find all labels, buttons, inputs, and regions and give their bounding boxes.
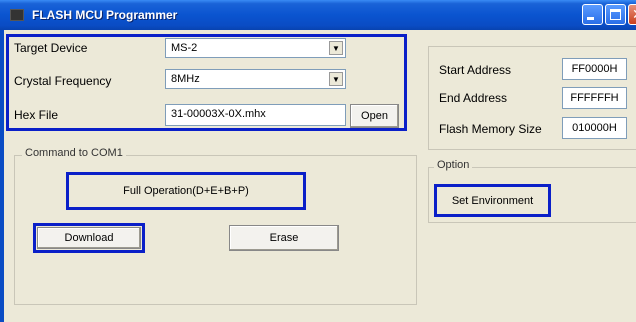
start-address-label: Start Address — [439, 63, 512, 77]
maximize-button[interactable] — [605, 4, 626, 25]
option-group-title: Option — [434, 159, 473, 171]
crystal-frequency-select[interactable]: 8MHz ▼ — [165, 69, 346, 89]
target-device-value: MS-2 — [171, 42, 198, 54]
end-address-field[interactable]: FFFFFFH — [562, 87, 627, 109]
hex-file-label: Hex File — [14, 108, 59, 122]
crystal-frequency-value: 8MHz — [171, 73, 200, 85]
download-button[interactable]: Download — [37, 227, 141, 249]
set-environment-button[interactable]: Set Environment — [438, 188, 547, 213]
hex-file-input[interactable]: 31-00003X-0X.mhx — [165, 104, 346, 126]
maximize-icon — [610, 9, 621, 20]
hex-file-value: 31-00003X-0X.mhx — [171, 108, 266, 120]
dropdown-arrow-icon[interactable]: ▼ — [329, 72, 343, 86]
end-address-label: End Address — [439, 91, 508, 105]
dropdown-arrow-icon[interactable]: ▼ — [329, 41, 343, 55]
command-group-title: Command to COM1 — [22, 147, 126, 159]
window-frame — [0, 30, 4, 322]
app-icon — [10, 9, 24, 21]
title-bar[interactable]: FLASH MCU Programmer ✕ — [0, 0, 636, 30]
flash-memory-size-field[interactable]: 010000H — [562, 117, 627, 139]
close-icon: ✕ — [632, 5, 636, 24]
start-address-field[interactable]: FF0000H — [562, 58, 627, 80]
minimize-icon — [587, 17, 594, 20]
crystal-frequency-label: Crystal Frequency — [14, 74, 112, 88]
full-operation-button[interactable]: Full Operation(D+E+B+P) — [70, 176, 302, 206]
programmer-window: FLASH MCU Programmer ✕ Target Device MS-… — [0, 0, 636, 322]
flash-memory-size-label: Flash Memory Size — [439, 122, 542, 136]
close-button[interactable]: ✕ — [628, 4, 636, 25]
target-device-select[interactable]: MS-2 ▼ — [165, 38, 346, 58]
minimize-button[interactable] — [582, 4, 603, 25]
erase-button[interactable]: Erase — [229, 225, 339, 251]
target-device-label: Target Device — [14, 41, 88, 55]
open-button[interactable]: Open — [350, 104, 399, 128]
window-title: FLASH MCU Programmer — [32, 8, 178, 22]
